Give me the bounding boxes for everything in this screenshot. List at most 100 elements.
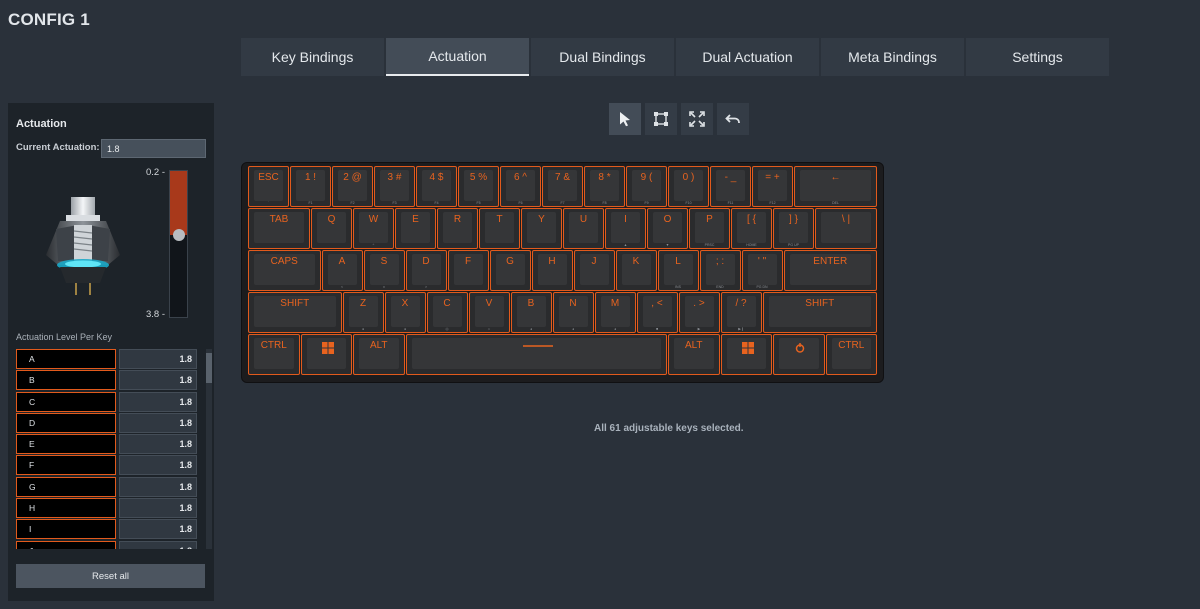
key-r3c8[interactable]: , < ■ — [636, 292, 678, 333]
key-r2c10[interactable]: ; : END — [699, 250, 741, 291]
key-5[interactable]: 5 % F5 — [458, 166, 499, 207]
per-key-row[interactable]: D 1.8 — [16, 412, 199, 433]
key-4[interactable]: 4 $ F4 — [416, 166, 457, 207]
key-3[interactable]: 3 # F3 — [374, 166, 415, 207]
per-key-value[interactable]: 1.8 — [119, 434, 197, 455]
per-key-name[interactable]: E — [16, 434, 116, 455]
per-key-name[interactable]: I — [16, 519, 116, 540]
per-key-value[interactable]: 1.8 — [119, 455, 197, 476]
tab-dual-bindings[interactable]: Dual Bindings — [531, 38, 674, 76]
key-m[interactable]: M ◂ — [594, 292, 636, 333]
key-shift[interactable]: SHIFT — [762, 292, 877, 333]
key-s[interactable]: Sv — [363, 250, 405, 291]
key-z[interactable]: Z ● — [342, 292, 384, 333]
key-alt-left[interactable]: ALT — [353, 334, 405, 375]
key-b[interactable]: B ◂ — [510, 292, 552, 333]
key-u[interactable]: U — [563, 208, 604, 249]
per-key-name[interactable]: F — [16, 455, 116, 476]
key-c[interactable]: C ◎ — [426, 292, 468, 333]
per-key-value[interactable]: 1.8 — [119, 370, 197, 391]
key-r3c9[interactable]: . > ▶ — [678, 292, 720, 333]
key-r2c11[interactable]: ' " PG DN — [741, 250, 783, 291]
per-key-value[interactable]: 1.8 — [119, 498, 197, 519]
key-i[interactable]: I ▲ — [605, 208, 646, 249]
key-r0c11[interactable]: - _ F11 — [710, 166, 751, 207]
key-8[interactable]: 8 * F8 — [584, 166, 625, 207]
per-key-name[interactable]: G — [16, 476, 116, 497]
key-shift[interactable]: SHIFT — [248, 292, 342, 333]
per-key-row[interactable]: E 1.8 — [16, 434, 199, 455]
key-r[interactable]: R — [437, 208, 478, 249]
key-h[interactable]: H — [531, 250, 573, 291]
tab-meta-bindings[interactable]: Meta Bindings — [821, 38, 964, 76]
key-k[interactable]: K — [615, 250, 657, 291]
key-d[interactable]: D > — [405, 250, 447, 291]
pointer-tool-button[interactable] — [609, 103, 641, 135]
key-j[interactable]: J — [573, 250, 615, 291]
per-key-row[interactable]: H 1.8 — [16, 498, 199, 519]
tab-actuation[interactable]: Actuation — [386, 38, 529, 76]
per-key-row[interactable]: G 1.8 — [16, 476, 199, 497]
key-q[interactable]: Q — [311, 208, 352, 249]
key-win-left[interactable] — [300, 334, 352, 375]
per-key-name[interactable]: C — [16, 391, 116, 412]
key-g[interactable]: G — [489, 250, 531, 291]
key-alt-right[interactable]: ALT — [668, 334, 720, 375]
per-key-row[interactable]: I 1.8 — [16, 519, 199, 540]
key-v[interactable]: V ☼ — [468, 292, 510, 333]
key-win-right[interactable] — [720, 334, 772, 375]
key-steelseries[interactable] — [773, 334, 825, 375]
key-l[interactable]: L INS — [657, 250, 699, 291]
key-t[interactable]: T — [479, 208, 520, 249]
key-r1c12[interactable]: ] } PG UP — [773, 208, 814, 249]
select-box-tool-button[interactable] — [645, 103, 677, 135]
per-key-value[interactable]: 1.8 — [119, 349, 197, 369]
per-key-name[interactable]: D — [16, 412, 116, 433]
actuation-slider[interactable] — [169, 170, 188, 318]
per-key-name[interactable]: B — [16, 370, 116, 391]
key-x[interactable]: X ● — [384, 292, 426, 333]
list-scrollbar[interactable] — [206, 349, 212, 549]
key-6[interactable]: 6 ^ F6 — [500, 166, 541, 207]
tab-key-bindings[interactable]: Key Bindings — [241, 38, 384, 76]
key-r1c13[interactable]: \ | — [815, 208, 877, 249]
fullscreen-tool-button[interactable] — [681, 103, 713, 135]
key-p[interactable]: P PRSC — [689, 208, 730, 249]
per-key-row[interactable]: F 1.8 — [16, 455, 199, 476]
key-ctrl-left[interactable]: CTRL — [248, 334, 300, 375]
key-w[interactable]: W ^ — [353, 208, 394, 249]
key-ctrl-right[interactable]: CTRL — [825, 334, 877, 375]
key-e[interactable]: E — [395, 208, 436, 249]
per-key-name[interactable]: A — [16, 349, 116, 369]
key-7[interactable]: 7 & F7 — [542, 166, 583, 207]
key-n[interactable]: N ◂ — [552, 292, 594, 333]
key-r1c11[interactable]: [ {HOME — [731, 208, 772, 249]
per-key-row[interactable]: B 1.8 — [16, 370, 199, 391]
reset-all-button[interactable]: Reset all — [16, 564, 205, 588]
key-esc[interactable]: ESC ` — [248, 166, 289, 207]
key-9[interactable]: 9 (F9 — [626, 166, 667, 207]
per-key-value[interactable]: 1.8 — [119, 540, 197, 549]
key-f[interactable]: F — [447, 250, 489, 291]
per-key-value[interactable]: 1.8 — [119, 519, 197, 540]
per-key-value[interactable]: 1.8 — [119, 412, 197, 433]
tab-dual-actuation[interactable]: Dual Actuation — [676, 38, 819, 76]
per-key-row[interactable]: A 1.8 — [16, 349, 199, 369]
per-key-name[interactable]: H — [16, 498, 116, 519]
undo-tool-button[interactable] — [717, 103, 749, 135]
key-a[interactable]: A < — [321, 250, 363, 291]
key-space[interactable] — [405, 334, 667, 375]
per-key-value[interactable]: 1.8 — [119, 391, 197, 412]
key-tab[interactable]: TAB — [248, 208, 310, 249]
per-key-row[interactable]: J1.8 — [16, 540, 199, 549]
key-caps[interactable]: CAPS — [248, 250, 321, 291]
tab-settings[interactable]: Settings — [966, 38, 1109, 76]
key-0[interactable]: 0 ) F10 — [668, 166, 709, 207]
per-key-value[interactable]: 1.8 — [119, 476, 197, 497]
key-y[interactable]: Y — [521, 208, 562, 249]
key-enter[interactable]: ENTER — [783, 250, 877, 291]
key-r3c10[interactable]: / ? ▶❙ — [720, 292, 762, 333]
per-key-name[interactable]: J — [16, 540, 116, 549]
key-1[interactable]: 1 ! F1 — [290, 166, 331, 207]
key-r0c12[interactable]: = + F12 — [752, 166, 793, 207]
